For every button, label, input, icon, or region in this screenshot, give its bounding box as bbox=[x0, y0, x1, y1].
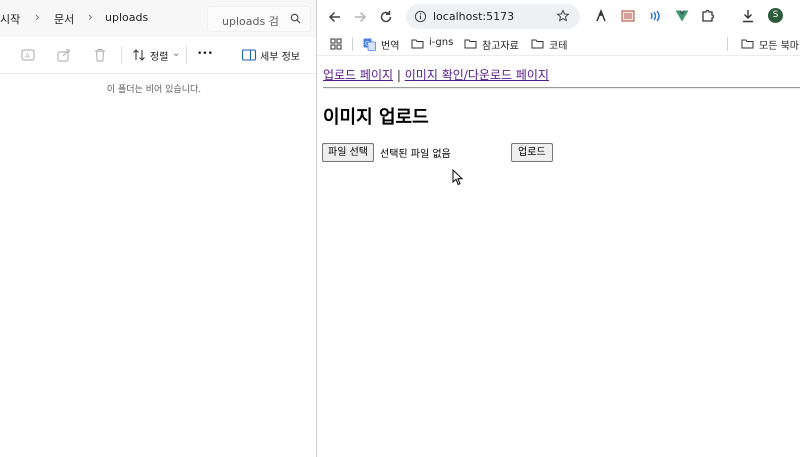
sort-icon[interactable] bbox=[131, 47, 147, 63]
upload-page-link[interactable]: 업로드 페이지 bbox=[323, 68, 393, 82]
delete-icon[interactable] bbox=[92, 47, 108, 63]
extension-wave-icon[interactable] bbox=[647, 8, 663, 24]
file-status-text: 선택된 파일 없음 bbox=[380, 149, 451, 160]
folder-icon bbox=[741, 39, 754, 49]
back-icon[interactable] bbox=[326, 8, 344, 26]
extensions-puzzle-icon[interactable] bbox=[700, 8, 716, 24]
breadcrumb-uploads[interactable]: uploads bbox=[105, 11, 148, 24]
extension-box-icon[interactable] bbox=[620, 8, 636, 24]
forward-icon[interactable] bbox=[351, 8, 369, 26]
browser-window: localhost:5173 S G 번역 i-gns 참고자료 코테 모든 북… bbox=[317, 0, 800, 457]
page-content: 업로드 페이지 | 이미지 확인/다운로드 페이지 이미지 업로드 파일 선택 … bbox=[317, 56, 800, 457]
explorer-search-box[interactable]: uploads 검 bbox=[207, 6, 311, 32]
details-pane-icon[interactable] bbox=[241, 47, 257, 63]
bookmarks-divider bbox=[727, 37, 728, 51]
file-explorer-window: 시작 › 문서 › uploads uploads 검 A 정렬 ⌄ ••• 세… bbox=[0, 0, 316, 457]
toolbar-divider bbox=[121, 46, 122, 64]
extension-fork-icon[interactable] bbox=[593, 8, 609, 24]
bookmarks-bar: G 번역 i-gns 참고자료 코테 모든 북마 bbox=[317, 33, 800, 56]
bookmark-coding-test[interactable]: 코테 bbox=[549, 37, 567, 52]
upload-button[interactable]: 업로드 bbox=[511, 143, 553, 162]
choose-file-button[interactable]: 파일 선택 bbox=[322, 143, 374, 162]
bookmark-translate[interactable]: 번역 bbox=[381, 37, 399, 52]
url-text[interactable]: localhost:5173 bbox=[433, 10, 514, 23]
all-bookmarks-button[interactable]: 모든 북마 bbox=[759, 37, 799, 52]
profile-avatar[interactable]: S bbox=[768, 8, 783, 23]
share-icon[interactable] bbox=[56, 47, 72, 63]
explorer-toolbar: A 정렬 ⌄ ••• 세부 정보 bbox=[0, 37, 316, 74]
page-nav: 업로드 페이지 | 이미지 확인/다운로드 페이지 bbox=[323, 66, 549, 83]
address-bar[interactable]: localhost:5173 bbox=[406, 4, 580, 29]
folder-icon bbox=[464, 39, 477, 49]
sort-button-label[interactable]: 정렬 bbox=[150, 48, 168, 63]
rename-icon[interactable]: A bbox=[20, 47, 36, 63]
chevron-down-icon[interactable]: ⌄ bbox=[172, 48, 180, 59]
folder-icon bbox=[531, 39, 544, 49]
browser-toolbar: localhost:5173 S bbox=[317, 0, 800, 33]
explorer-address-bar: 시작 › 문서 › uploads uploads 검 bbox=[0, 0, 316, 38]
more-options-button[interactable]: ••• bbox=[197, 49, 213, 59]
bookmark-i-gns[interactable]: i-gns bbox=[429, 37, 453, 48]
search-icon bbox=[290, 13, 301, 24]
svg-text:G: G bbox=[365, 41, 370, 48]
horizontal-rule bbox=[323, 87, 800, 89]
site-info-icon[interactable] bbox=[414, 10, 427, 23]
folder-icon bbox=[411, 39, 424, 49]
breadcrumb-documents[interactable]: 문서 bbox=[54, 11, 74, 27]
toolbar-divider bbox=[186, 46, 187, 64]
download-icon[interactable] bbox=[740, 8, 756, 24]
reload-icon[interactable] bbox=[377, 8, 395, 26]
mouse-cursor-icon bbox=[452, 169, 464, 186]
search-placeholder: uploads 검 bbox=[222, 15, 279, 28]
vue-devtools-icon[interactable] bbox=[674, 8, 690, 24]
bookmark-references[interactable]: 참고자료 bbox=[482, 37, 519, 52]
bookmarks-divider bbox=[352, 37, 353, 51]
view-download-page-link[interactable]: 이미지 확인/다운로드 페이지 bbox=[405, 68, 549, 82]
page-title: 이미지 업로드 bbox=[323, 107, 429, 128]
nav-separator: | bbox=[396, 68, 401, 82]
empty-folder-message: 이 폴더는 비어 있습니다. bbox=[106, 85, 202, 95]
svg-text:A: A bbox=[25, 52, 30, 60]
bookmark-star-icon[interactable] bbox=[556, 9, 570, 23]
apps-grid-icon[interactable] bbox=[330, 38, 342, 50]
details-button-label[interactable]: 세부 정보 bbox=[260, 48, 300, 63]
chevron-right-icon: › bbox=[35, 10, 40, 24]
chevron-right-icon: › bbox=[88, 10, 93, 24]
breadcrumb-start[interactable]: 시작 bbox=[0, 11, 20, 27]
translate-icon: G bbox=[363, 38, 376, 51]
